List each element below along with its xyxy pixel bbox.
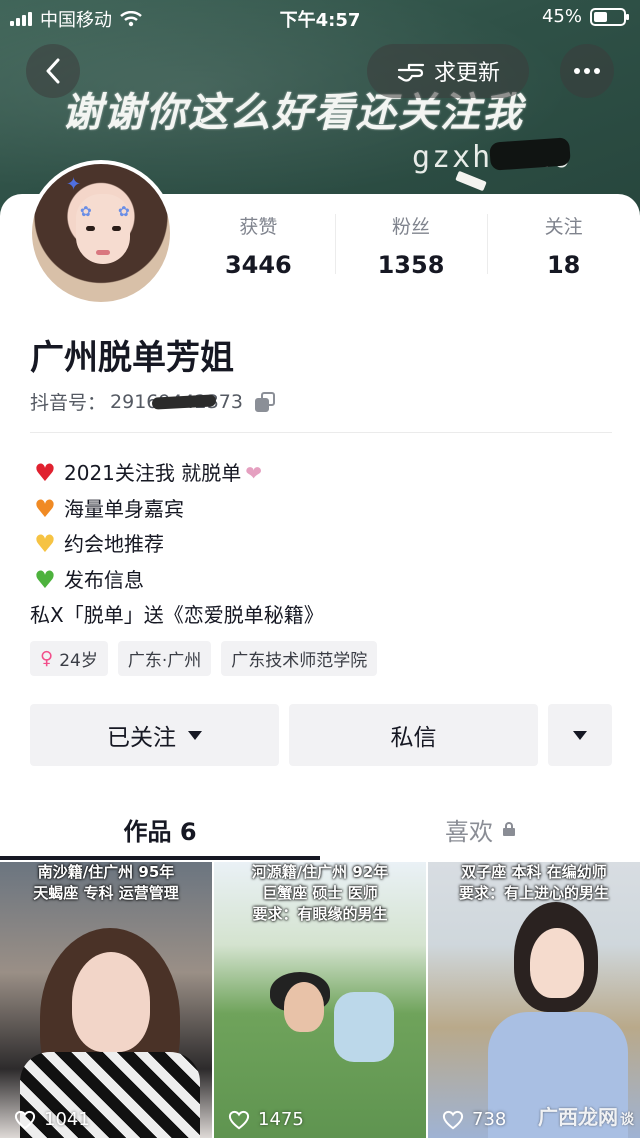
- caption-line: 南沙籍/住广州 95年: [37, 863, 175, 881]
- content-tabs: 作品 6 喜欢: [0, 798, 640, 860]
- video-thumbnail[interactable]: 南沙籍/住广州 95年 天蝎座 专科 运营管理 1041: [0, 862, 212, 1138]
- request-update-label: 求更新: [433, 61, 500, 86]
- followed-button[interactable]: 已关注: [30, 704, 279, 766]
- avatar[interactable]: ✦ ✿ ✿: [28, 160, 174, 306]
- recommend-dropdown-button[interactable]: [548, 704, 612, 766]
- pointing-hand-icon: [397, 63, 425, 82]
- stat-likes[interactable]: 获赞 3446: [182, 212, 335, 282]
- more-options-button[interactable]: [560, 44, 614, 98]
- caption-line: 河源籍/住广州 92年: [251, 863, 389, 881]
- likes-count: 1475: [258, 1109, 304, 1130]
- bio-line: ♥ 海量单身嘉宾: [30, 492, 324, 528]
- back-button[interactable]: [26, 44, 80, 98]
- video-caption: 河源籍/住广州 92年 巨蟹座 硕士 医师 要求：有眼缘的男生: [220, 862, 420, 925]
- douyin-id-row: 抖音号： 29169442373: [30, 388, 275, 415]
- watermark-text: 广西龙网: [538, 1105, 618, 1129]
- likes-count: 738: [472, 1109, 507, 1130]
- orange-heart-icon: ♥: [34, 494, 56, 523]
- bio-text: 发布信息: [64, 567, 144, 592]
- green-heart-icon: ♥: [34, 565, 56, 594]
- stat-label: 粉丝: [392, 216, 431, 238]
- caption-line: 要求：有上进心的男生: [458, 884, 609, 902]
- heart-outline-icon: [14, 1110, 36, 1129]
- bio-line: ♥ 发布信息: [30, 563, 324, 599]
- video-caption: 南沙籍/住广州 95年 天蝎座 专科 运营管理: [6, 862, 206, 904]
- site-watermark: 广西龙网谈: [538, 1101, 634, 1130]
- video-caption: 双子座 本科 在编幼师 要求：有上进心的男生: [434, 862, 634, 904]
- lock-icon: [503, 822, 515, 836]
- heart-outline-icon: [442, 1110, 464, 1129]
- age-tag: ♀ 24岁: [30, 641, 108, 676]
- couple-kiss-icon: ❤: [245, 461, 263, 485]
- stat-label: 关注: [544, 216, 583, 238]
- caret-down-icon: [188, 730, 202, 740]
- stat-value: 18: [546, 251, 581, 279]
- location-tag: 广东·广州: [117, 641, 212, 676]
- bio-text: 私X「脱单」送《恋爱脱单秘籍》: [30, 603, 324, 627]
- tab-indicator: [0, 856, 320, 860]
- more-dots-icon: [574, 68, 600, 74]
- caption-line: 双子座 本科 在编幼师: [461, 863, 607, 881]
- bio-line: ♥ 约会地推荐: [30, 527, 324, 563]
- copy-icon[interactable]: [255, 391, 275, 412]
- profile-actions: 已关注 私信: [30, 704, 612, 766]
- banner-scribble: [489, 137, 571, 171]
- chevron-left-icon: [46, 58, 60, 84]
- video-likes: 738: [442, 1109, 506, 1130]
- bio-text: 约会地推荐: [64, 532, 164, 556]
- age-text: 24岁: [59, 651, 98, 671]
- battery-icon: [590, 7, 629, 26]
- video-grid: 南沙籍/住广州 95年 天蝎座 专科 运营管理 1041 河源籍/住广州 92年…: [0, 862, 640, 1138]
- yellow-heart-icon: ♥: [34, 530, 56, 559]
- status-bar: 中国移动 下午4:57 45%: [0, 0, 640, 34]
- bio-text: 2021关注我 就脱单: [64, 461, 242, 485]
- sticker-icon: ✿: [118, 204, 130, 220]
- stat-following[interactable]: 关注 18: [487, 212, 640, 282]
- profile-bio: ♥ 2021关注我 就脱单 ❤ ♥ 海量单身嘉宾 ♥ 约会地推荐 ♥ 发布信息 …: [30, 456, 324, 634]
- profile-name: 广州脱单芳姐: [30, 338, 234, 378]
- sticker-icon: ✿: [80, 204, 92, 220]
- bio-line: ♥ 2021关注我 就脱单 ❤: [30, 456, 324, 492]
- stat-label: 获赞: [239, 216, 278, 238]
- video-likes: 1041: [14, 1109, 90, 1130]
- caret-down-icon: [573, 730, 587, 740]
- school-tag[interactable]: 广东技术师范学院: [221, 641, 378, 676]
- stat-value: 3446: [224, 251, 292, 279]
- tab-works[interactable]: 作品 6: [0, 798, 320, 860]
- caption-line: 天蝎座 专科 运营管理: [33, 884, 179, 902]
- profile-stats: 获赞 3446 粉丝 1358 关注 18: [182, 212, 640, 282]
- tab-likes-label: 喜欢: [445, 817, 493, 846]
- profile-tags: ♀ 24岁 广东·广州 广东技术师范学院: [30, 641, 378, 676]
- message-label: 私信: [390, 725, 437, 751]
- female-icon: ♀: [40, 648, 54, 669]
- stat-followers[interactable]: 粉丝 1358: [334, 212, 488, 282]
- stat-value: 1358: [377, 251, 445, 279]
- divider: [30, 432, 612, 433]
- request-update-button[interactable]: 求更新: [367, 44, 529, 98]
- red-heart-icon: ♥: [34, 459, 56, 488]
- video-likes: 1475: [228, 1109, 304, 1130]
- douyin-id-label: 抖音号：: [30, 392, 107, 414]
- battery-percent: 45%: [541, 6, 582, 27]
- tab-works-label: 作品 6: [123, 817, 197, 846]
- bio-text: 海量单身嘉宾: [64, 496, 184, 521]
- caption-line: 要求：有眼缘的男生: [252, 905, 388, 923]
- sticker-star-icon: ✦: [66, 174, 82, 195]
- followed-label: 已关注: [107, 725, 176, 751]
- bio-line: 私X「脱单」送《恋爱脱单秘籍》: [30, 598, 324, 634]
- message-button[interactable]: 私信: [289, 704, 538, 766]
- heart-outline-icon: [228, 1110, 250, 1129]
- caption-line: 巨蟹座 硕士 医师: [262, 884, 378, 902]
- tab-likes[interactable]: 喜欢: [320, 798, 640, 860]
- school-text: 广东技术师范学院: [231, 651, 368, 671]
- video-thumbnail[interactable]: 双子座 本科 在编幼师 要求：有上进心的男生 738 广西龙网谈: [428, 862, 640, 1138]
- location-text: 广东·广州: [127, 651, 202, 671]
- likes-count: 1041: [44, 1109, 90, 1130]
- watermark-sub: 谈: [620, 1112, 634, 1128]
- video-thumbnail[interactable]: 河源籍/住广州 92年 巨蟹座 硕士 医师 要求：有眼缘的男生 1475: [214, 862, 426, 1138]
